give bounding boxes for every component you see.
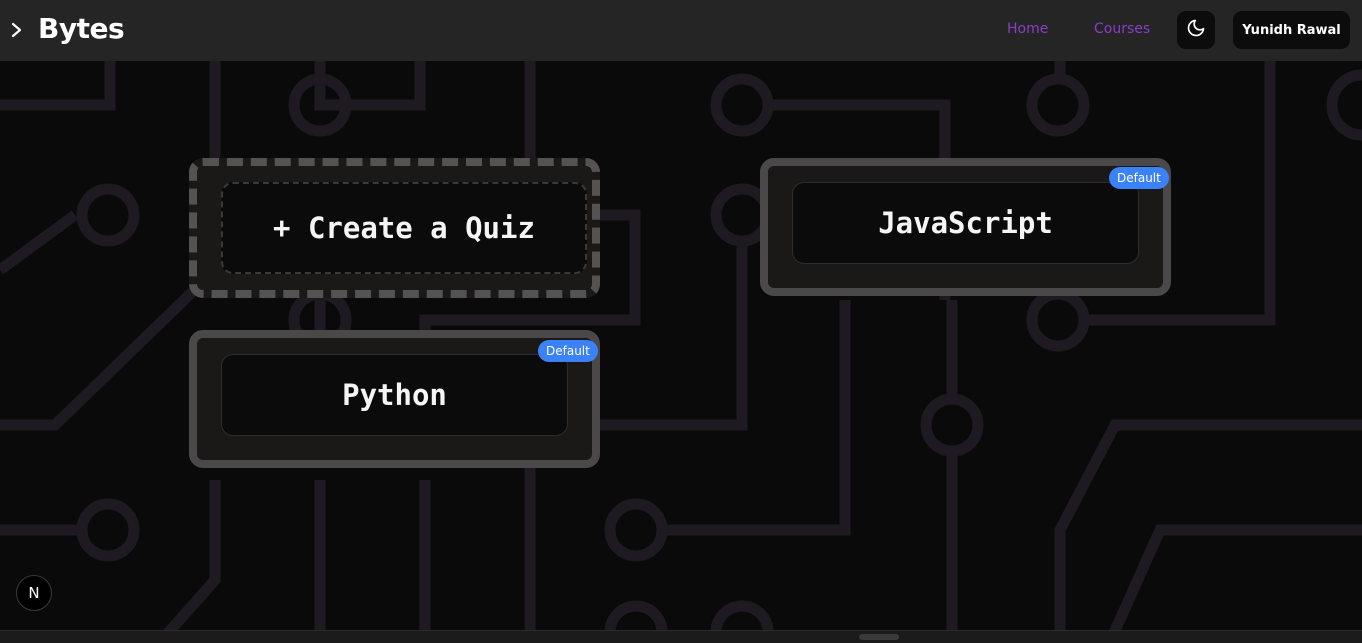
nav-home-link[interactable]: Home	[1007, 21, 1048, 37]
theme-toggle-button[interactable]	[1177, 11, 1215, 49]
top-navbar: Bytes Home Courses Yunidh Rawal	[0, 0, 1362, 61]
quiz-title: Python	[221, 354, 568, 436]
scrollbar-thumb[interactable]	[859, 634, 899, 640]
moon-icon	[1186, 18, 1206, 42]
brand-logo[interactable]: Bytes	[38, 12, 125, 45]
quiz-card-python[interactable]: Python Default	[189, 330, 600, 468]
default-badge: Default	[538, 340, 598, 362]
default-badge: Default	[1109, 167, 1169, 189]
user-menu-button[interactable]: Yunidh Rawal	[1233, 11, 1350, 49]
quiz-card-javascript[interactable]: JavaScript Default	[760, 158, 1171, 296]
chevron-right-icon[interactable]	[8, 18, 26, 42]
nav-courses-link[interactable]: Courses	[1094, 21, 1150, 37]
quiz-title: JavaScript	[792, 182, 1139, 264]
circuit-background	[0, 60, 1362, 642]
create-quiz-label: + Create a Quiz	[221, 182, 587, 274]
create-quiz-card[interactable]: + Create a Quiz	[189, 158, 600, 298]
horizontal-scrollbar[interactable]	[0, 630, 1362, 643]
nextjs-dev-indicator-button[interactable]: N	[16, 575, 52, 611]
